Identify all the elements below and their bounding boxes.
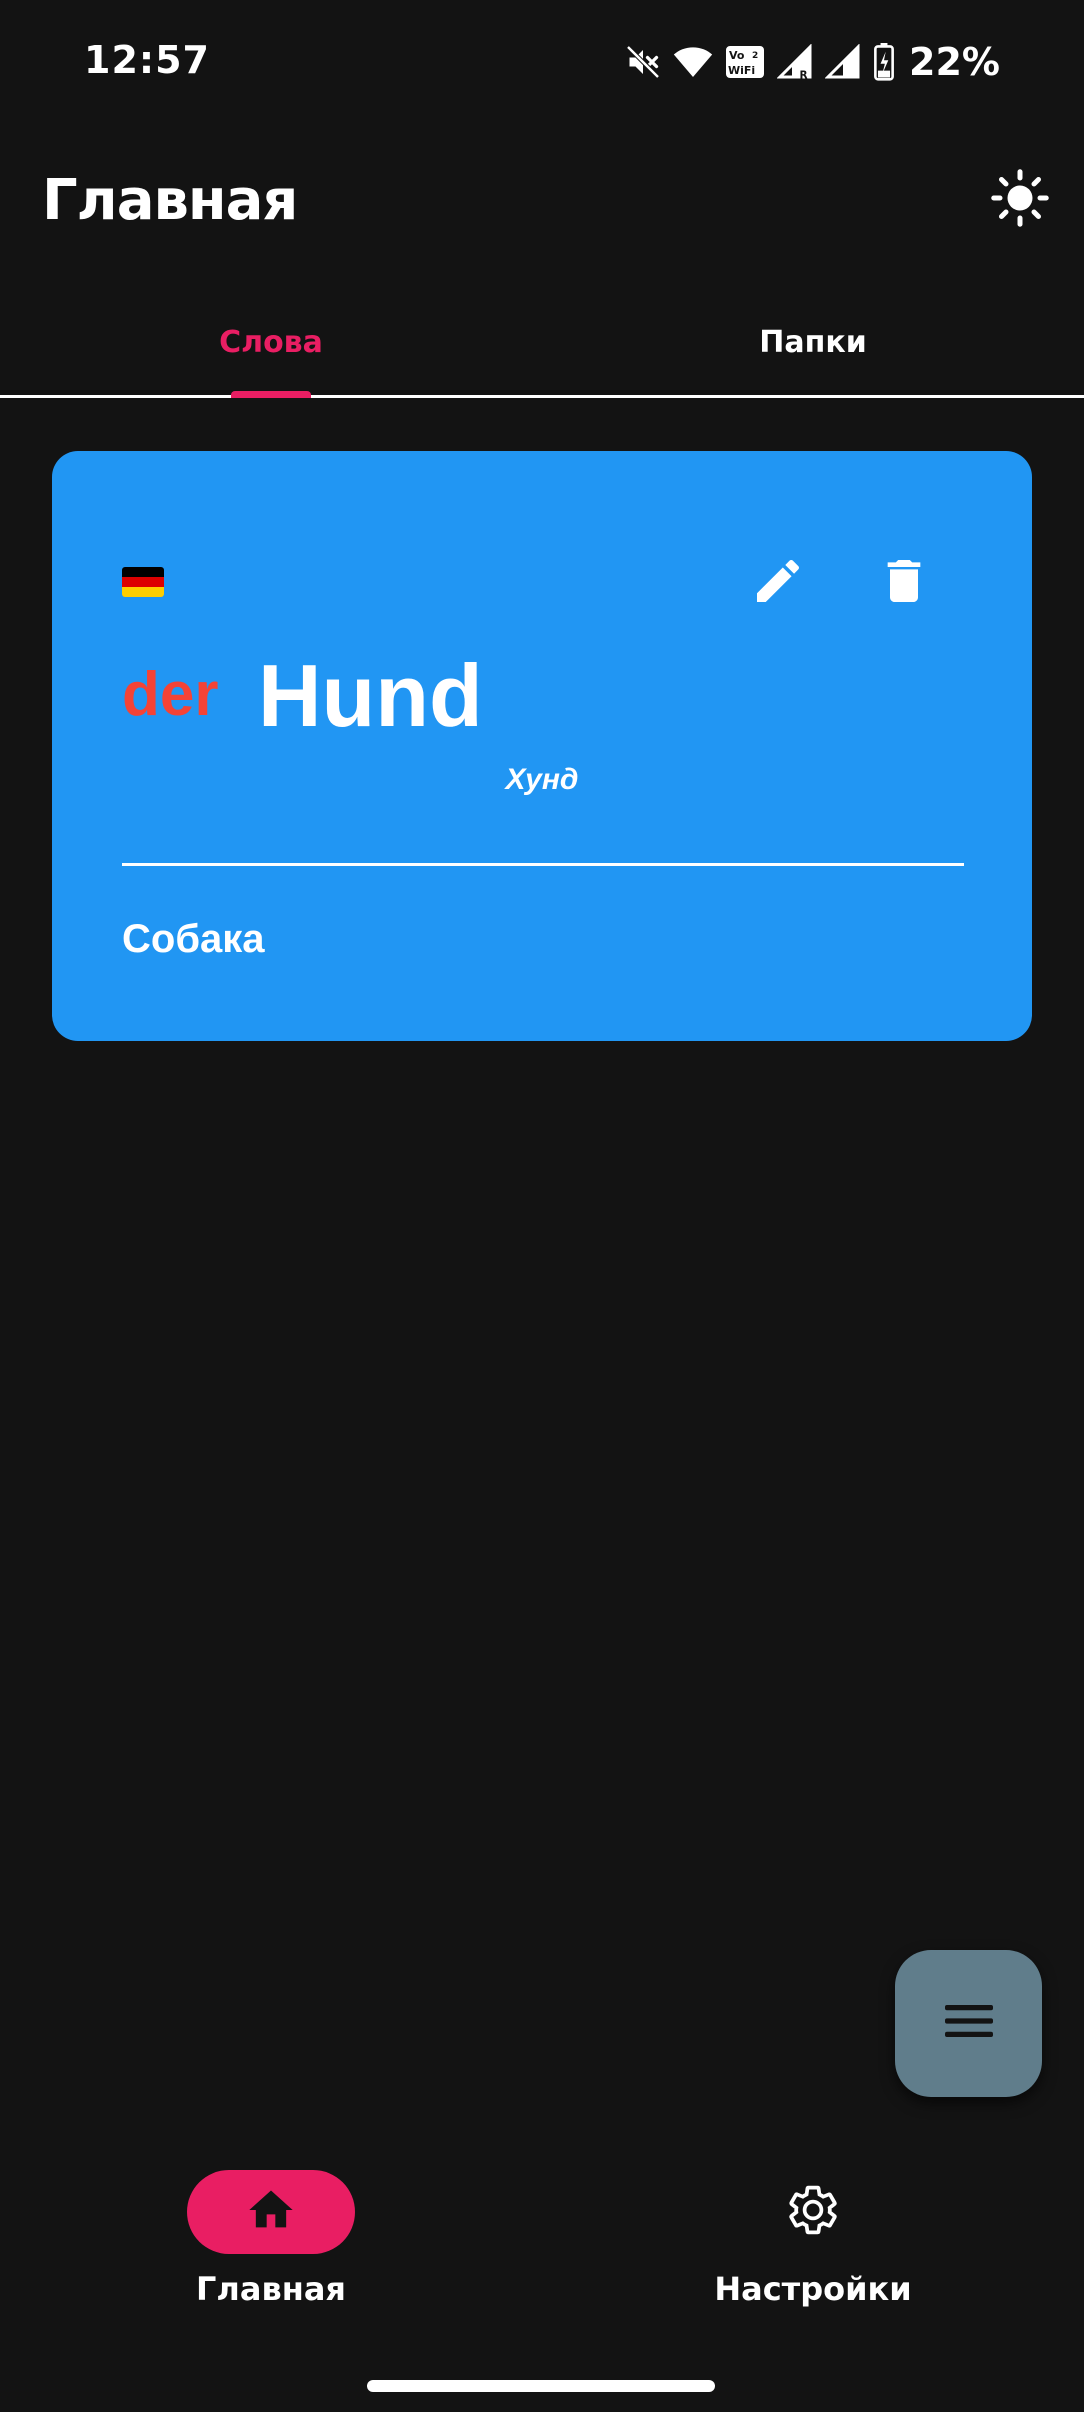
wifi-icon [673,44,713,80]
svg-text:2: 2 [752,51,758,61]
nav-home-indicator [187,2170,355,2254]
menu-icon [943,2001,995,2046]
svg-text:R: R [800,70,808,81]
signal-icon [825,44,861,80]
status-icons: Vo 2 WiFi R 22% [625,38,1000,86]
gear-icon [785,2182,841,2243]
page-title: Главная [42,168,298,233]
word-card[interactable]: der Hund Хунд Собака [52,451,1032,1041]
tab-words[interactable]: Слова [0,290,542,395]
trash-icon [876,553,932,614]
nav-item-home[interactable]: Главная [0,2150,542,2330]
delete-button[interactable] [868,547,940,619]
tab-folders-label: Папки [759,325,867,360]
card-divider [122,863,964,866]
gesture-home-indicator[interactable] [367,2380,715,2392]
mute-icon [625,44,661,80]
edit-button[interactable] [742,547,814,619]
vowifi-icon: Vo 2 WiFi [725,45,765,79]
nav-settings-icon-wrap [779,2180,847,2244]
status-time: 12:57 [84,38,210,82]
signal-roaming-icon: R [777,44,813,80]
nav-item-settings[interactable]: Настройки [542,2150,1084,2330]
germany-flag-icon [122,567,164,597]
sun-icon [990,168,1050,233]
app-bar: Главная [0,140,1084,260]
battery-percent: 22% [909,40,1000,84]
tab-words-label: Слова [219,325,323,360]
word-translation: Собака [122,917,265,961]
status-bar: 12:57 Vo 2 WiFi R 22% [0,0,1084,120]
word-article: der [122,660,219,729]
word-transcription: Хунд [505,763,579,796]
bottom-navigation: Главная Настройки [0,2150,1084,2350]
svg-text:WiFi: WiFi [728,64,755,77]
menu-fab-button[interactable] [895,1950,1042,2097]
tab-folders[interactable]: Папки [542,290,1084,395]
home-icon [245,2184,297,2241]
word-text: Hund [258,646,483,745]
tab-bar: Слова Папки [0,290,1084,398]
pencil-icon [750,553,806,614]
svg-text:Vo: Vo [729,49,745,62]
nav-home-label: Главная [196,2270,346,2308]
theme-toggle-button[interactable] [988,168,1052,232]
screen: 12:57 Vo 2 WiFi R 22% Главная Слова Папк… [0,0,1084,2412]
battery-charging-icon [873,43,895,81]
nav-settings-label: Настройки [714,2270,912,2308]
tab-indicator [231,391,311,398]
